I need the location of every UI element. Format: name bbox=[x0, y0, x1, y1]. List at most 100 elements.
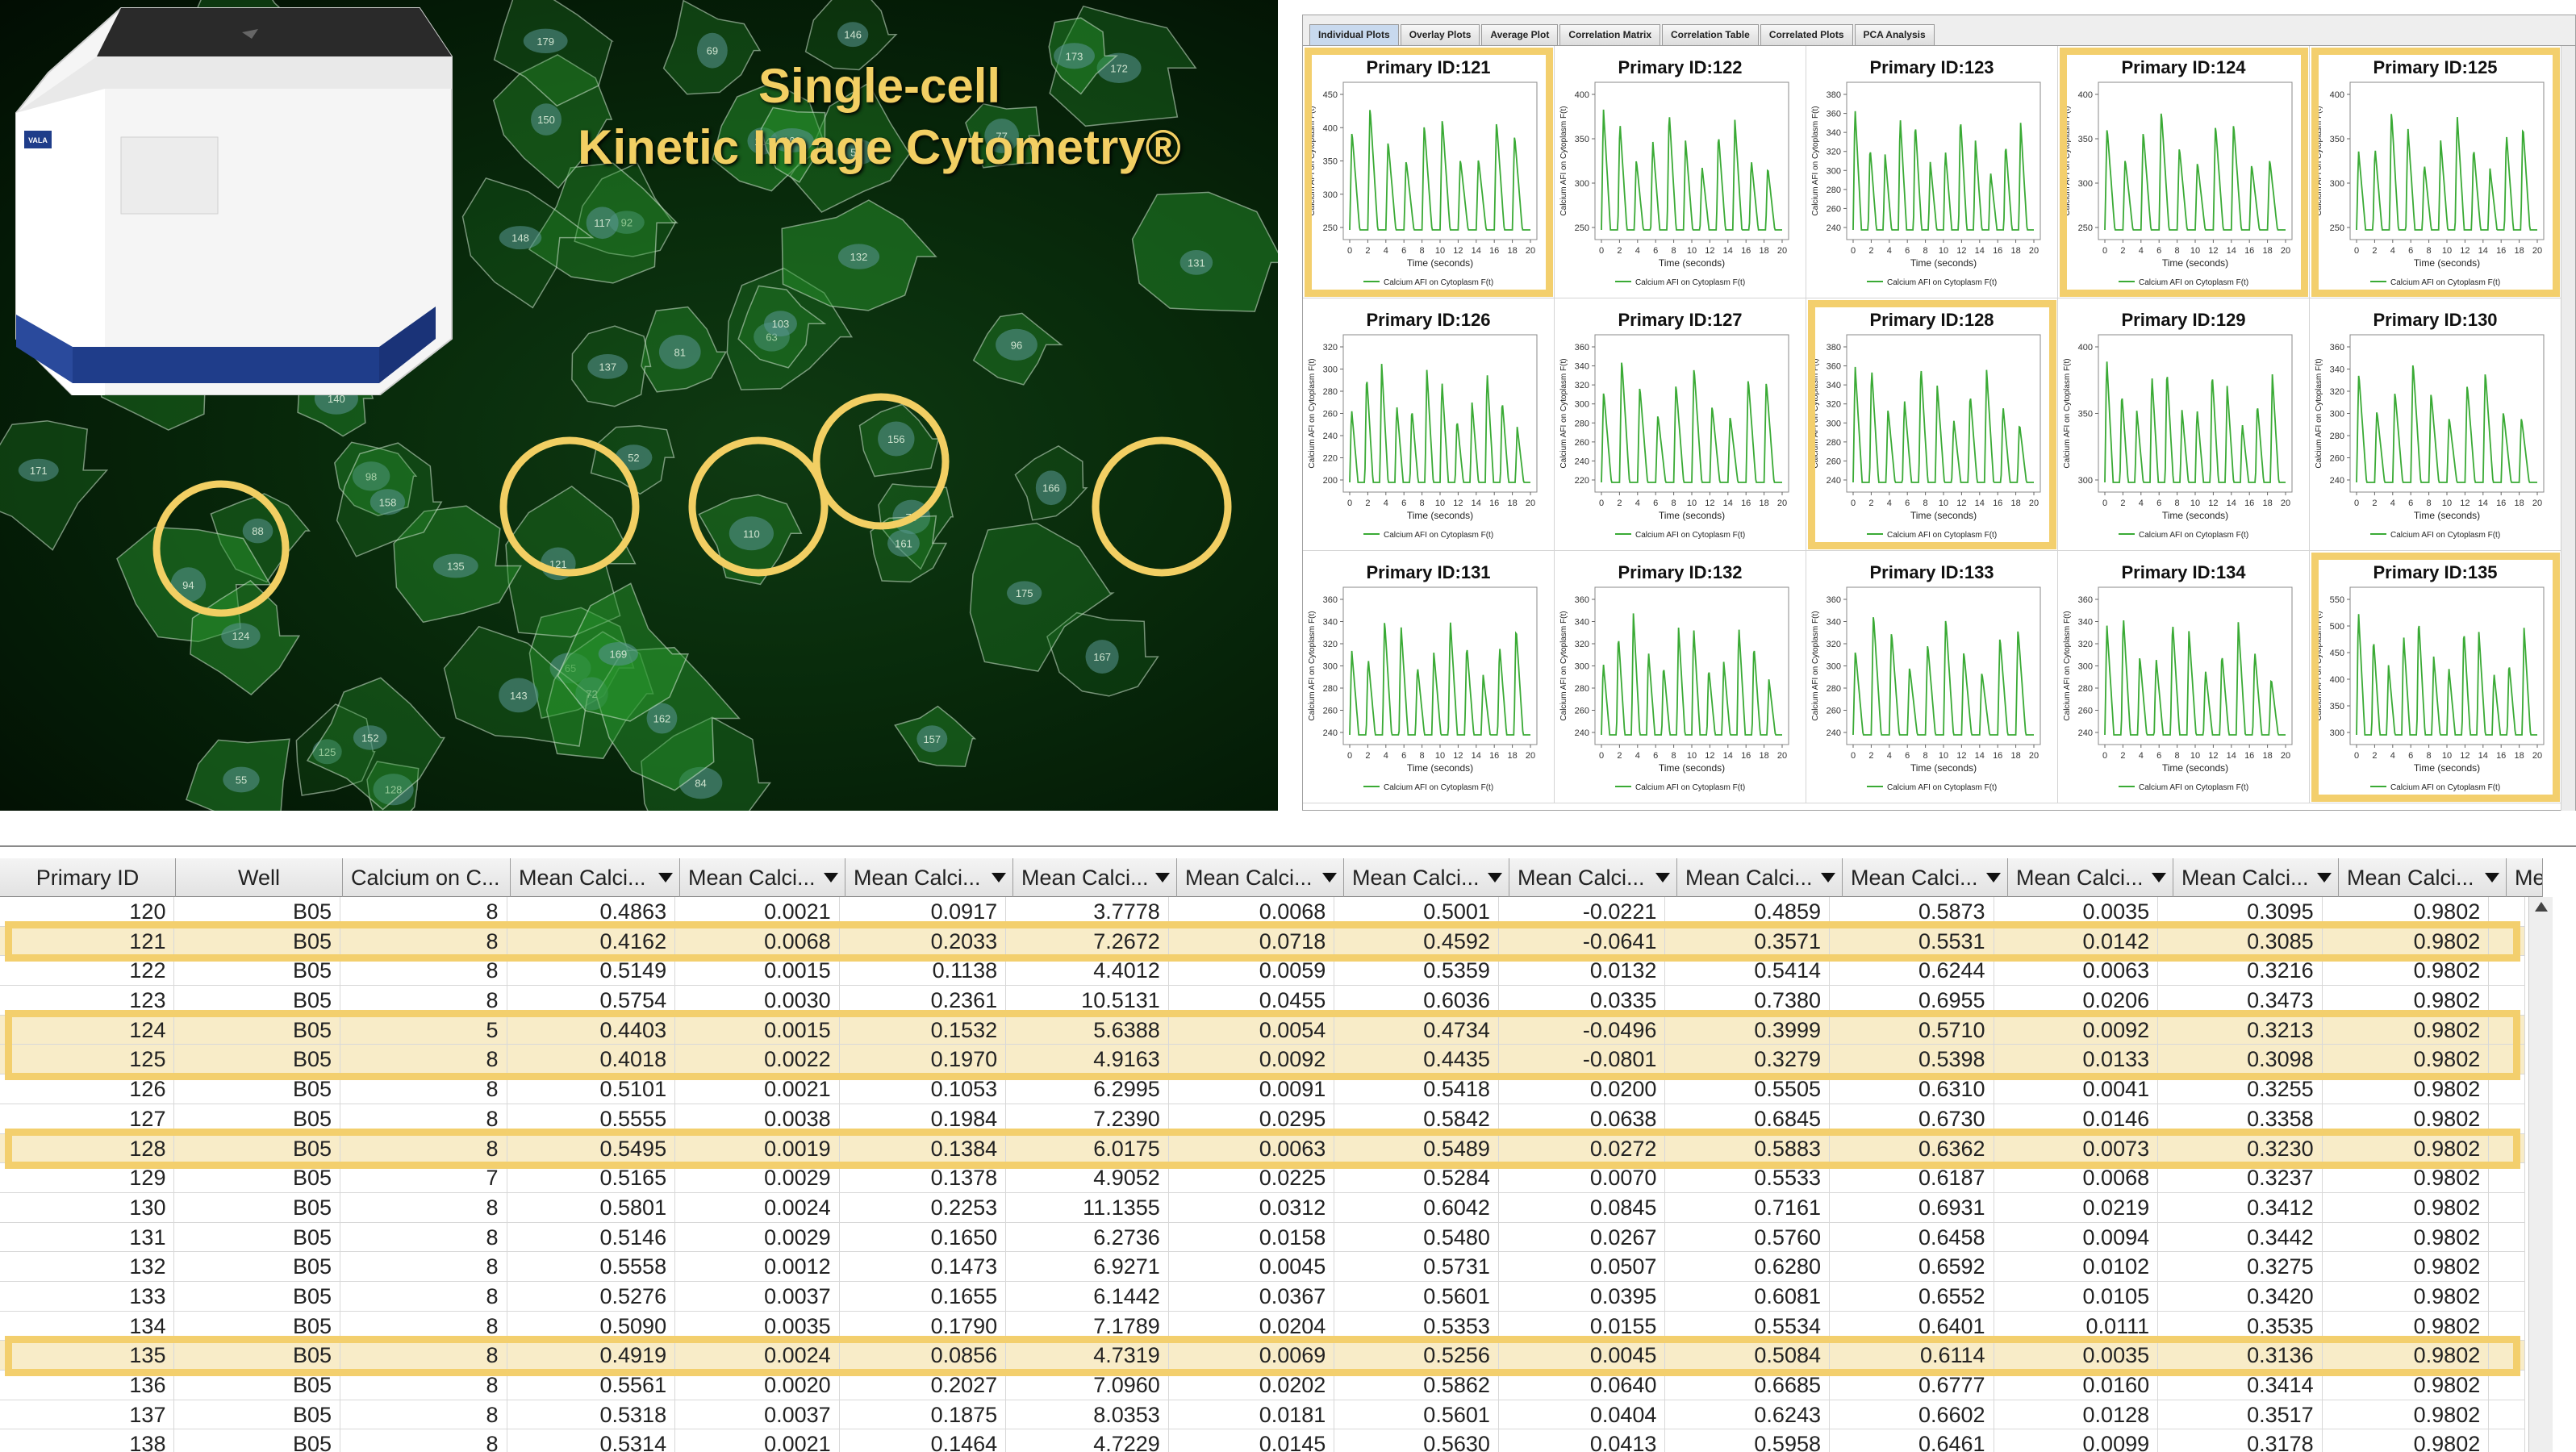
column-header[interactable]: Mean Calci... bbox=[1013, 858, 1177, 897]
table-row[interactable]: 137 B05 8 0.5318 0.0037 0.1875 8.0353 0.0181 0.5… bbox=[0, 1400, 2525, 1430]
column-header[interactable]: Mean Calci... bbox=[1344, 858, 1509, 897]
table-cell: 0.5505 bbox=[1665, 1074, 1830, 1104]
column-header[interactable]: Primary ID bbox=[0, 858, 176, 897]
table-row[interactable]: 135 B05 8 0.4919 0.0024 0.0856 4.7319 0.0069 0.5… bbox=[0, 1341, 2525, 1371]
legend-label: Calcium AFI on Cytoplasm F(t) bbox=[1384, 278, 1493, 287]
table-cell: 4.7319 bbox=[1006, 1341, 1169, 1370]
column-header[interactable]: Mean Calci... bbox=[2008, 858, 2173, 897]
table-row[interactable]: 127 B05 8 0.5555 0.0038 0.1984 7.2390 0.0295 0.5… bbox=[0, 1104, 2525, 1134]
dropdown-arrow-icon[interactable] bbox=[1986, 873, 2001, 882]
table-row[interactable]: 132 B05 8 0.5558 0.0012 0.1473 6.9271 0.0045 0.5… bbox=[0, 1252, 2525, 1282]
column-header[interactable]: Me bbox=[2507, 858, 2543, 897]
y-tick-label: 280 bbox=[1827, 438, 1841, 448]
dropdown-arrow-icon[interactable] bbox=[1322, 873, 1337, 882]
column-header[interactable]: Mean Calci... bbox=[1843, 858, 2008, 897]
table-cell: 0.5149 bbox=[507, 956, 676, 986]
x-tick-label: 14 bbox=[2478, 499, 2488, 508]
table-row[interactable]: 136 B05 8 0.5561 0.0020 0.2027 7.0960 0.0202 0.5… bbox=[0, 1371, 2525, 1400]
table-cell: 0.0024 bbox=[675, 1341, 840, 1370]
table-row[interactable]: 125 B05 8 0.4018 0.0022 0.1970 4.9163 0.0092 0.4… bbox=[0, 1045, 2525, 1075]
x-tick-label: 12 bbox=[1453, 246, 1463, 256]
x-tick-label: 0 bbox=[2102, 246, 2107, 256]
column-header[interactable]: Mean Calci... bbox=[845, 858, 1013, 897]
table-row[interactable]: 124 B05 5 0.4403 0.0015 0.1532 5.6388 0.0054 0.4… bbox=[0, 1015, 2525, 1045]
table-row[interactable]: 126 B05 8 0.5101 0.0021 0.1053 6.2995 0.0091 0.5… bbox=[0, 1074, 2525, 1104]
table-cell-overflow bbox=[2489, 1045, 2525, 1074]
y-tick-label: 400 bbox=[2330, 675, 2344, 685]
table-cell-overflow bbox=[2489, 1429, 2525, 1452]
dropdown-arrow-icon[interactable] bbox=[2317, 873, 2332, 882]
column-header[interactable]: Mean Calci... bbox=[1509, 858, 1677, 897]
column-header[interactable]: Mean Calci... bbox=[680, 858, 845, 897]
plot-cell: 400 350 300 250 0 2 4 6 8 10 12 14 16 18 20 Time (secon… bbox=[2058, 46, 2310, 298]
table-cell: 0.5480 bbox=[1334, 1222, 1499, 1252]
plot-title: Primary ID:135 bbox=[2373, 562, 2498, 582]
table-vertical-scrollbar[interactable] bbox=[2528, 897, 2553, 1452]
column-header[interactable]: Calcium on C... bbox=[343, 858, 511, 897]
table-row[interactable]: 133 B05 8 0.5276 0.0037 0.1655 6.1442 0.0367 0.5… bbox=[0, 1281, 2525, 1312]
dropdown-arrow-icon[interactable] bbox=[1155, 873, 1170, 882]
dropdown-arrow-icon[interactable] bbox=[824, 873, 838, 882]
table-cell: 0.1138 bbox=[840, 956, 1007, 986]
table-row[interactable]: 121 B05 8 0.4162 0.0068 0.2033 7.2672 0.0718 0.4… bbox=[0, 926, 2525, 957]
x-tick-label: 10 bbox=[1687, 499, 1697, 508]
table-cell: 0.5760 bbox=[1665, 1222, 1830, 1252]
tab-correlation-table[interactable]: Correlation Table bbox=[1662, 24, 1759, 45]
dropdown-arrow-icon[interactable] bbox=[2152, 873, 2166, 882]
y-tick-label: 300 bbox=[2078, 476, 2093, 486]
table-cell-overflow bbox=[2489, 1371, 2525, 1400]
cell-id-label: 162 bbox=[653, 713, 671, 725]
tab-correlation-matrix[interactable]: Correlation Matrix bbox=[1559, 24, 1661, 45]
column-header[interactable]: Mean Calci... bbox=[1677, 858, 1843, 897]
y-axis-label: Calcium AFI on Cytoplasm F(t) bbox=[2063, 106, 2072, 215]
table-cell: 0.0030 bbox=[675, 986, 840, 1015]
scroll-up-arrow-icon[interactable] bbox=[2535, 902, 2548, 912]
table-cell: 0.0041 bbox=[1994, 1074, 2159, 1104]
table-cell: 10.5131 bbox=[1006, 986, 1169, 1015]
table-row[interactable]: 130 B05 8 0.5801 0.0024 0.2253 11.1355 0.0312 0.… bbox=[0, 1192, 2525, 1223]
table-row[interactable]: 134 B05 8 0.5090 0.0035 0.1790 7.1789 0.0204 0.5… bbox=[0, 1311, 2525, 1341]
tab-average-plot[interactable]: Average Plot bbox=[1481, 24, 1559, 45]
table-cell: 132 bbox=[0, 1252, 175, 1281]
table-row[interactable]: 131 B05 8 0.5146 0.0029 0.1650 6.2736 0.0158 0.5… bbox=[0, 1222, 2525, 1253]
dropdown-arrow-icon[interactable] bbox=[1655, 873, 1670, 882]
y-tick-label: 300 bbox=[1827, 419, 1841, 428]
table-cell: 0.0015 bbox=[675, 956, 840, 986]
table-row[interactable]: 122 B05 8 0.5149 0.0015 0.1138 4.4012 0.0059 0.5… bbox=[0, 956, 2525, 987]
plot-cell: 360 340 320 300 280 260 240 0 2 4 6 8 10 12 14 16 18 20 Ti… bbox=[2310, 298, 2561, 551]
y-tick-label: 260 bbox=[2330, 454, 2344, 464]
dropdown-arrow-icon[interactable] bbox=[1488, 873, 1502, 882]
tab-overlay-plots[interactable]: Overlay Plots bbox=[1400, 24, 1480, 45]
x-axis-label: Time (seconds) bbox=[1659, 510, 1725, 521]
y-axis-label: Calcium AFI on Cytoplasm F(t) bbox=[1308, 611, 1317, 720]
dropdown-arrow-icon[interactable] bbox=[992, 873, 1006, 882]
cell-id-label: 52 bbox=[628, 452, 639, 464]
column-header[interactable]: Mean Calci... bbox=[2173, 858, 2339, 897]
tab-correlated-plots[interactable]: Correlated Plots bbox=[1760, 24, 1853, 45]
tab-individual-plots[interactable]: Individual Plots bbox=[1309, 24, 1399, 45]
column-header[interactable]: Well bbox=[176, 858, 343, 897]
table-cell: 0.0856 bbox=[840, 1341, 1007, 1370]
dropdown-arrow-icon[interactable] bbox=[1821, 873, 1835, 882]
column-header[interactable]: Mean Calci... bbox=[2339, 858, 2507, 897]
table-row[interactable]: 128 B05 8 0.5495 0.0019 0.1384 6.0175 0.0063 0.5… bbox=[0, 1133, 2525, 1164]
tab-pca-analysis[interactable]: PCA Analysis bbox=[1854, 24, 1935, 45]
table-row[interactable]: 129 B05 7 0.5165 0.0029 0.1378 4.9052 0.0225 0.5… bbox=[0, 1163, 2525, 1193]
y-tick-label: 360 bbox=[1323, 595, 1338, 605]
table-cell: 11.1355 bbox=[1006, 1192, 1169, 1222]
column-header[interactable]: Mean Calci... bbox=[511, 858, 680, 897]
table-row[interactable]: 138 B05 8 0.5314 0.0021 0.1464 4.7229 0.0145 0.5… bbox=[0, 1429, 2525, 1452]
x-tick-label: 10 bbox=[1939, 499, 1948, 508]
table-row[interactable]: 120 B05 8 0.4863 0.0021 0.0917 3.7778 0.0068 0.5… bbox=[0, 897, 2525, 927]
dropdown-arrow-icon[interactable] bbox=[2485, 873, 2499, 882]
table-cell: 0.5561 bbox=[507, 1371, 676, 1400]
dropdown-arrow-icon[interactable] bbox=[658, 873, 673, 882]
x-tick-label: 8 bbox=[2427, 499, 2432, 508]
plots-vertical-scrollbar[interactable] bbox=[2561, 46, 2575, 811]
micro-title-line2: Kinetic Image Cytometry® bbox=[578, 120, 1181, 174]
x-tick-label: 16 bbox=[1993, 499, 2002, 508]
table-row[interactable]: 123 B05 8 0.5754 0.0030 0.2361 10.5131 0.0455 0.… bbox=[0, 986, 2525, 1016]
x-tick-label: 12 bbox=[2208, 246, 2218, 256]
x-tick-label: 10 bbox=[1687, 751, 1697, 761]
column-header[interactable]: Mean Calci... bbox=[1177, 858, 1344, 897]
